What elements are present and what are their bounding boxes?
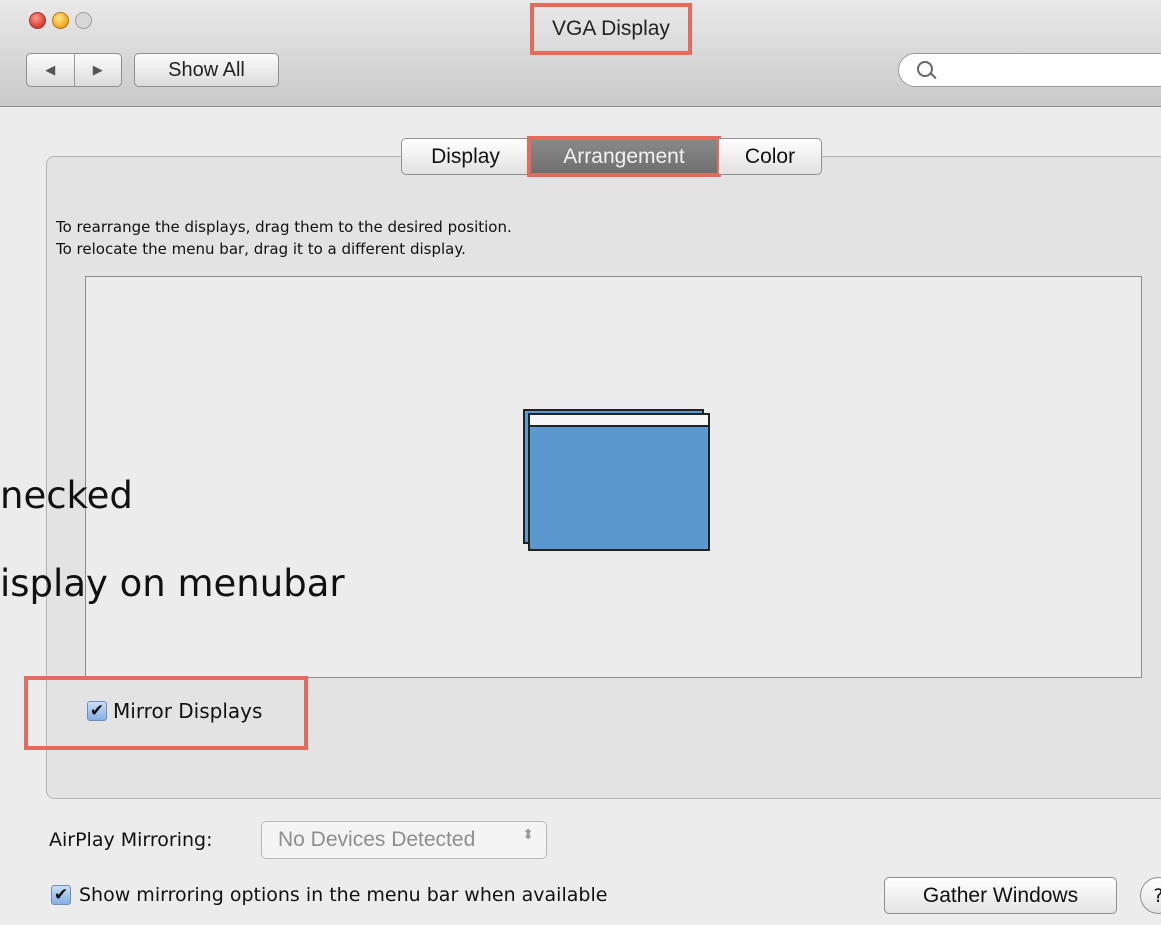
tab-bar: Display Arrangement Color [401, 136, 822, 177]
minimize-window-button[interactable] [52, 12, 69, 29]
tab-display-label: Display [431, 144, 500, 168]
show-mirroring-options-checkbox[interactable]: ✔ [51, 885, 71, 905]
zoom-window-button[interactable] [75, 12, 92, 29]
help-button[interactable]: ? [1140, 877, 1161, 914]
checkmark-icon: ✔ [53, 884, 69, 905]
search-field[interactable] [898, 53, 1161, 87]
mirror-displays-checkbox[interactable]: ✔ [87, 701, 107, 721]
tab-color-label: Color [744, 144, 796, 168]
back-forward-group: ◀ ▶ [26, 53, 122, 87]
annotation-line-2: isplay on menubar [0, 562, 345, 605]
window-title-text: VGA Display [552, 17, 670, 40]
mirror-displays-checkbox-row[interactable]: ✔ Mirror Displays [87, 699, 262, 723]
airplay-mirroring-label: AirPlay Mirroring: [49, 829, 213, 851]
tab-color[interactable]: Color [719, 138, 822, 175]
show-all-button[interactable]: Show All [134, 53, 279, 87]
show-mirroring-options-label: Show mirroring options in the menu bar w… [79, 884, 608, 906]
display-thumbnail[interactable] [528, 413, 710, 551]
annotation-line-1: necked [0, 474, 133, 517]
window-toolbar: VGA Display ◀ ▶ Show All [0, 0, 1161, 107]
close-window-button[interactable] [29, 12, 46, 29]
gather-windows-button[interactable]: Gather Windows [884, 877, 1117, 914]
instruction-line: To relocate the menu bar, drag it to a d… [56, 240, 466, 258]
mirror-displays-label: Mirror Displays [113, 699, 263, 723]
tab-arrangement[interactable]: Arrangement [527, 136, 721, 177]
forward-arrow-icon: ▶ [92, 62, 103, 78]
menu-bar-strip[interactable] [530, 415, 708, 427]
tab-display[interactable]: Display [401, 138, 529, 175]
show-all-label: Show All [168, 58, 245, 81]
instructions-text: To rearrange the displays, drag them to … [56, 216, 512, 260]
instruction-line: To rearrange the displays, drag them to … [56, 218, 512, 236]
tab-arrangement-label: Arrangement [563, 144, 685, 168]
window-title: VGA Display [530, 3, 692, 55]
show-mirroring-options-row[interactable]: ✔ Show mirroring options in the menu bar… [51, 884, 607, 906]
back-button[interactable]: ◀ [27, 54, 75, 86]
forward-button[interactable]: ▶ [75, 54, 122, 86]
updown-arrows-icon: ⬍ [522, 826, 534, 842]
airplay-selected-value: No Devices Detected [278, 828, 476, 851]
airplay-mirroring-select[interactable]: No Devices Detected ⬍ [261, 821, 547, 859]
gather-windows-label: Gather Windows [922, 883, 1079, 907]
checkmark-icon: ✔ [89, 700, 105, 721]
back-arrow-icon: ◀ [45, 62, 56, 78]
search-icon [917, 61, 933, 77]
help-icon: ? [1153, 885, 1161, 907]
